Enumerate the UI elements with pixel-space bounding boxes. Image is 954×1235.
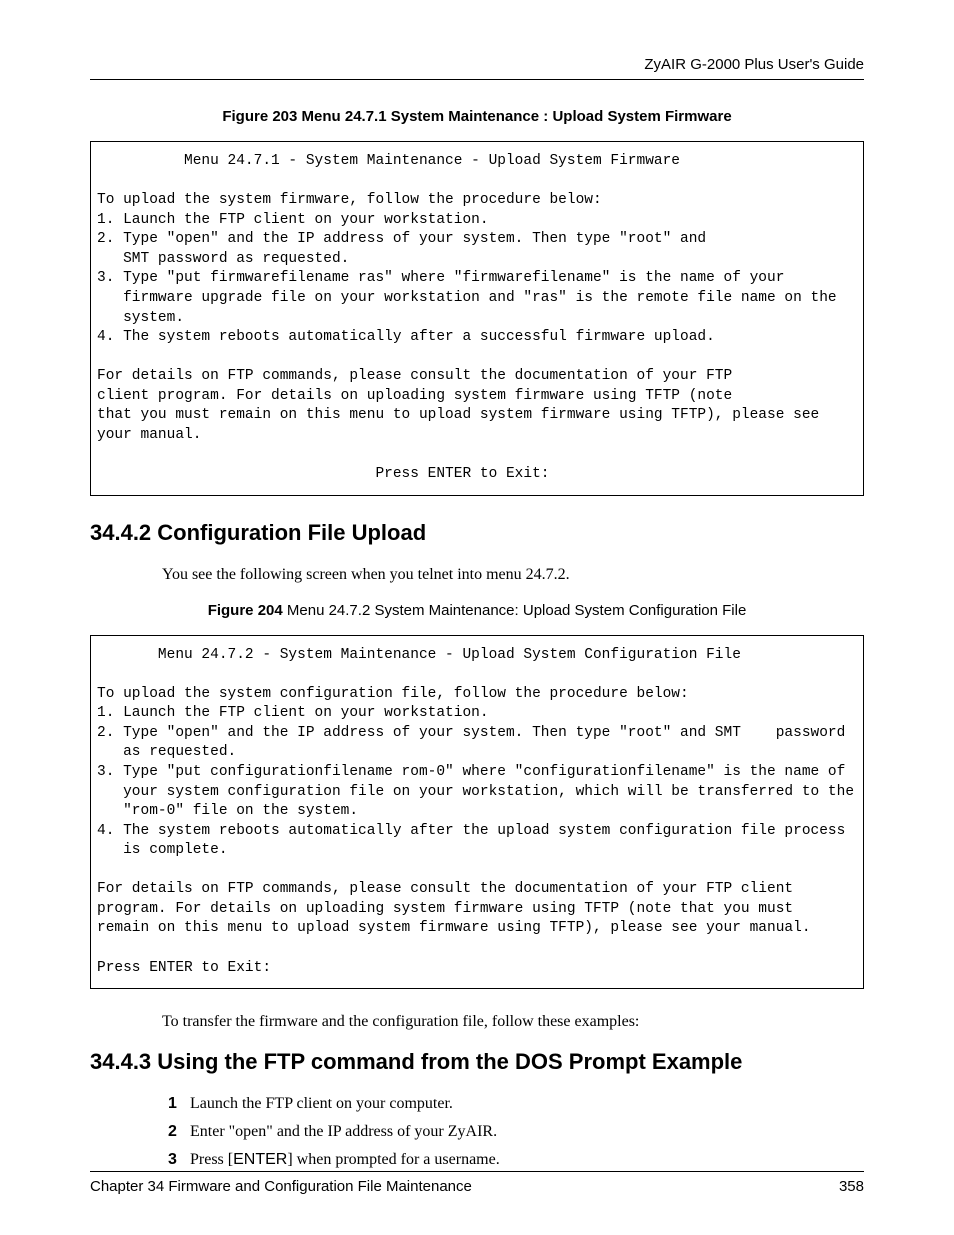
figure-204-caption-bold: Figure 204 (208, 602, 287, 619)
step-3-num: 3 (168, 1151, 177, 1169)
footer-chapter: Chapter 34 Firmware and Configuration Fi… (90, 1178, 472, 1195)
figure-204-caption-normal: Menu 24.7.2 System Maintenance: Upload S… (287, 602, 746, 619)
figure-204-code: Menu 24.7.2 - System Maintenance - Uploa… (90, 635, 864, 990)
step-1: 1 Launch the FTP client on your computer… (190, 1095, 864, 1113)
figure-204-caption: Figure 204 Menu 24.7.2 System Maintenanc… (90, 602, 864, 619)
header-rule (90, 79, 864, 80)
section-3443-heading: 34.4.3 Using the FTP command from the DO… (90, 1049, 864, 1075)
section-3442-para: You see the following screen when you te… (90, 566, 864, 584)
step-2: 2 Enter "open" and the IP address of you… (190, 1123, 864, 1141)
figure-203-code: Menu 24.7.1 - System Maintenance - Uploa… (90, 141, 864, 496)
step-2-text: Enter "open" and the IP address of your … (190, 1123, 497, 1140)
page-footer: Chapter 34 Firmware and Configuration Fi… (90, 1171, 864, 1195)
step-1-text: Launch the FTP client on your computer. (190, 1095, 453, 1112)
step-1-num: 1 (168, 1095, 177, 1113)
step-3-text-before: Press [ (190, 1151, 233, 1168)
section-3443-steps: 1 Launch the FTP client on your computer… (90, 1095, 864, 1169)
footer-page-number: 358 (839, 1178, 864, 1195)
transfer-para: To transfer the firmware and the configu… (90, 1013, 864, 1031)
footer-rule (90, 1171, 864, 1172)
section-3442-heading: 34.4.2 Configuration File Upload (90, 520, 864, 546)
step-3-enter: ENTER (233, 1151, 287, 1168)
step-3-text-after: ] when prompted for a username. (287, 1151, 499, 1168)
step-3: 3 Press [ENTER] when prompted for a user… (190, 1151, 864, 1169)
figure-203-caption: Figure 203 Menu 24.7.1 System Maintenanc… (90, 108, 864, 125)
header-guide-title: ZyAIR G-2000 Plus User's Guide (90, 56, 864, 73)
step-2-num: 2 (168, 1123, 177, 1141)
